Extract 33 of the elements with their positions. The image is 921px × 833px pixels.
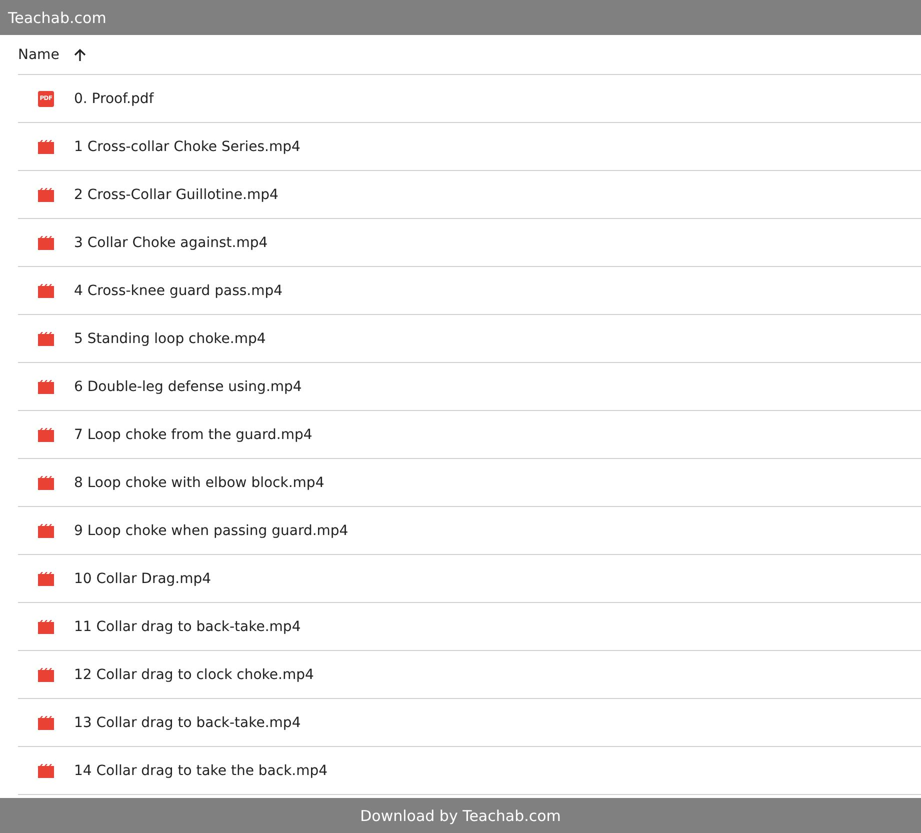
film-clapper-icon	[38, 428, 54, 442]
file-name[interactable]: 8 Loop choke with elbow block.mp4	[74, 474, 324, 490]
file-name[interactable]: 11 Collar drag to back-take.mp4	[74, 618, 301, 634]
film-clapper-icon	[38, 236, 54, 250]
film-clapper-icon	[38, 284, 54, 298]
file-name[interactable]: 0. Proof.pdf	[74, 90, 154, 106]
site-title: Teachab.com	[8, 8, 106, 26]
file-name[interactable]: 14 Collar drag to take the back.mp4	[74, 762, 328, 778]
film-clapper-icon	[38, 188, 54, 202]
file-name[interactable]: 13 Collar drag to back-take.mp4	[74, 714, 301, 730]
film-clapper-icon	[38, 620, 54, 634]
film-clapper-icon	[38, 524, 54, 538]
film-clapper-icon	[38, 476, 54, 490]
file-name[interactable]: 3 Collar Choke against.mp4	[74, 234, 268, 250]
film-clapper-icon	[38, 380, 54, 394]
film-clapper-icon	[38, 668, 54, 682]
name-column-header[interactable]: Name	[18, 46, 60, 62]
film-clapper-icon	[38, 764, 54, 778]
file-name[interactable]: 7 Loop choke from the guard.mp4	[74, 426, 312, 442]
file-name[interactable]: 4 Cross-knee guard pass.mp4	[74, 282, 283, 298]
file-name[interactable]: 2 Cross-Collar Guillotine.mp4	[74, 186, 278, 202]
file-name[interactable]: 5 Standing loop choke.mp4	[74, 330, 266, 346]
file-name[interactable]: 9 Loop choke when passing guard.mp4	[74, 522, 348, 538]
file-name[interactable]: 10 Collar Drag.mp4	[74, 570, 212, 586]
file-name[interactable]: 12 Collar drag to clock choke.mp4	[74, 666, 314, 682]
sort-arrow-icon[interactable]	[73, 48, 88, 62]
film-clapper-icon	[38, 716, 54, 730]
film-clapper-icon	[38, 572, 54, 586]
film-clapper-icon	[38, 140, 54, 154]
film-clapper-icon	[38, 332, 54, 346]
file-name[interactable]: 1 Cross-collar Choke Series.mp4	[74, 138, 300, 154]
download-credit: Download by Teachab.com	[360, 806, 561, 824]
file-name[interactable]: 6 Double-leg defense using.mp4	[74, 378, 302, 394]
